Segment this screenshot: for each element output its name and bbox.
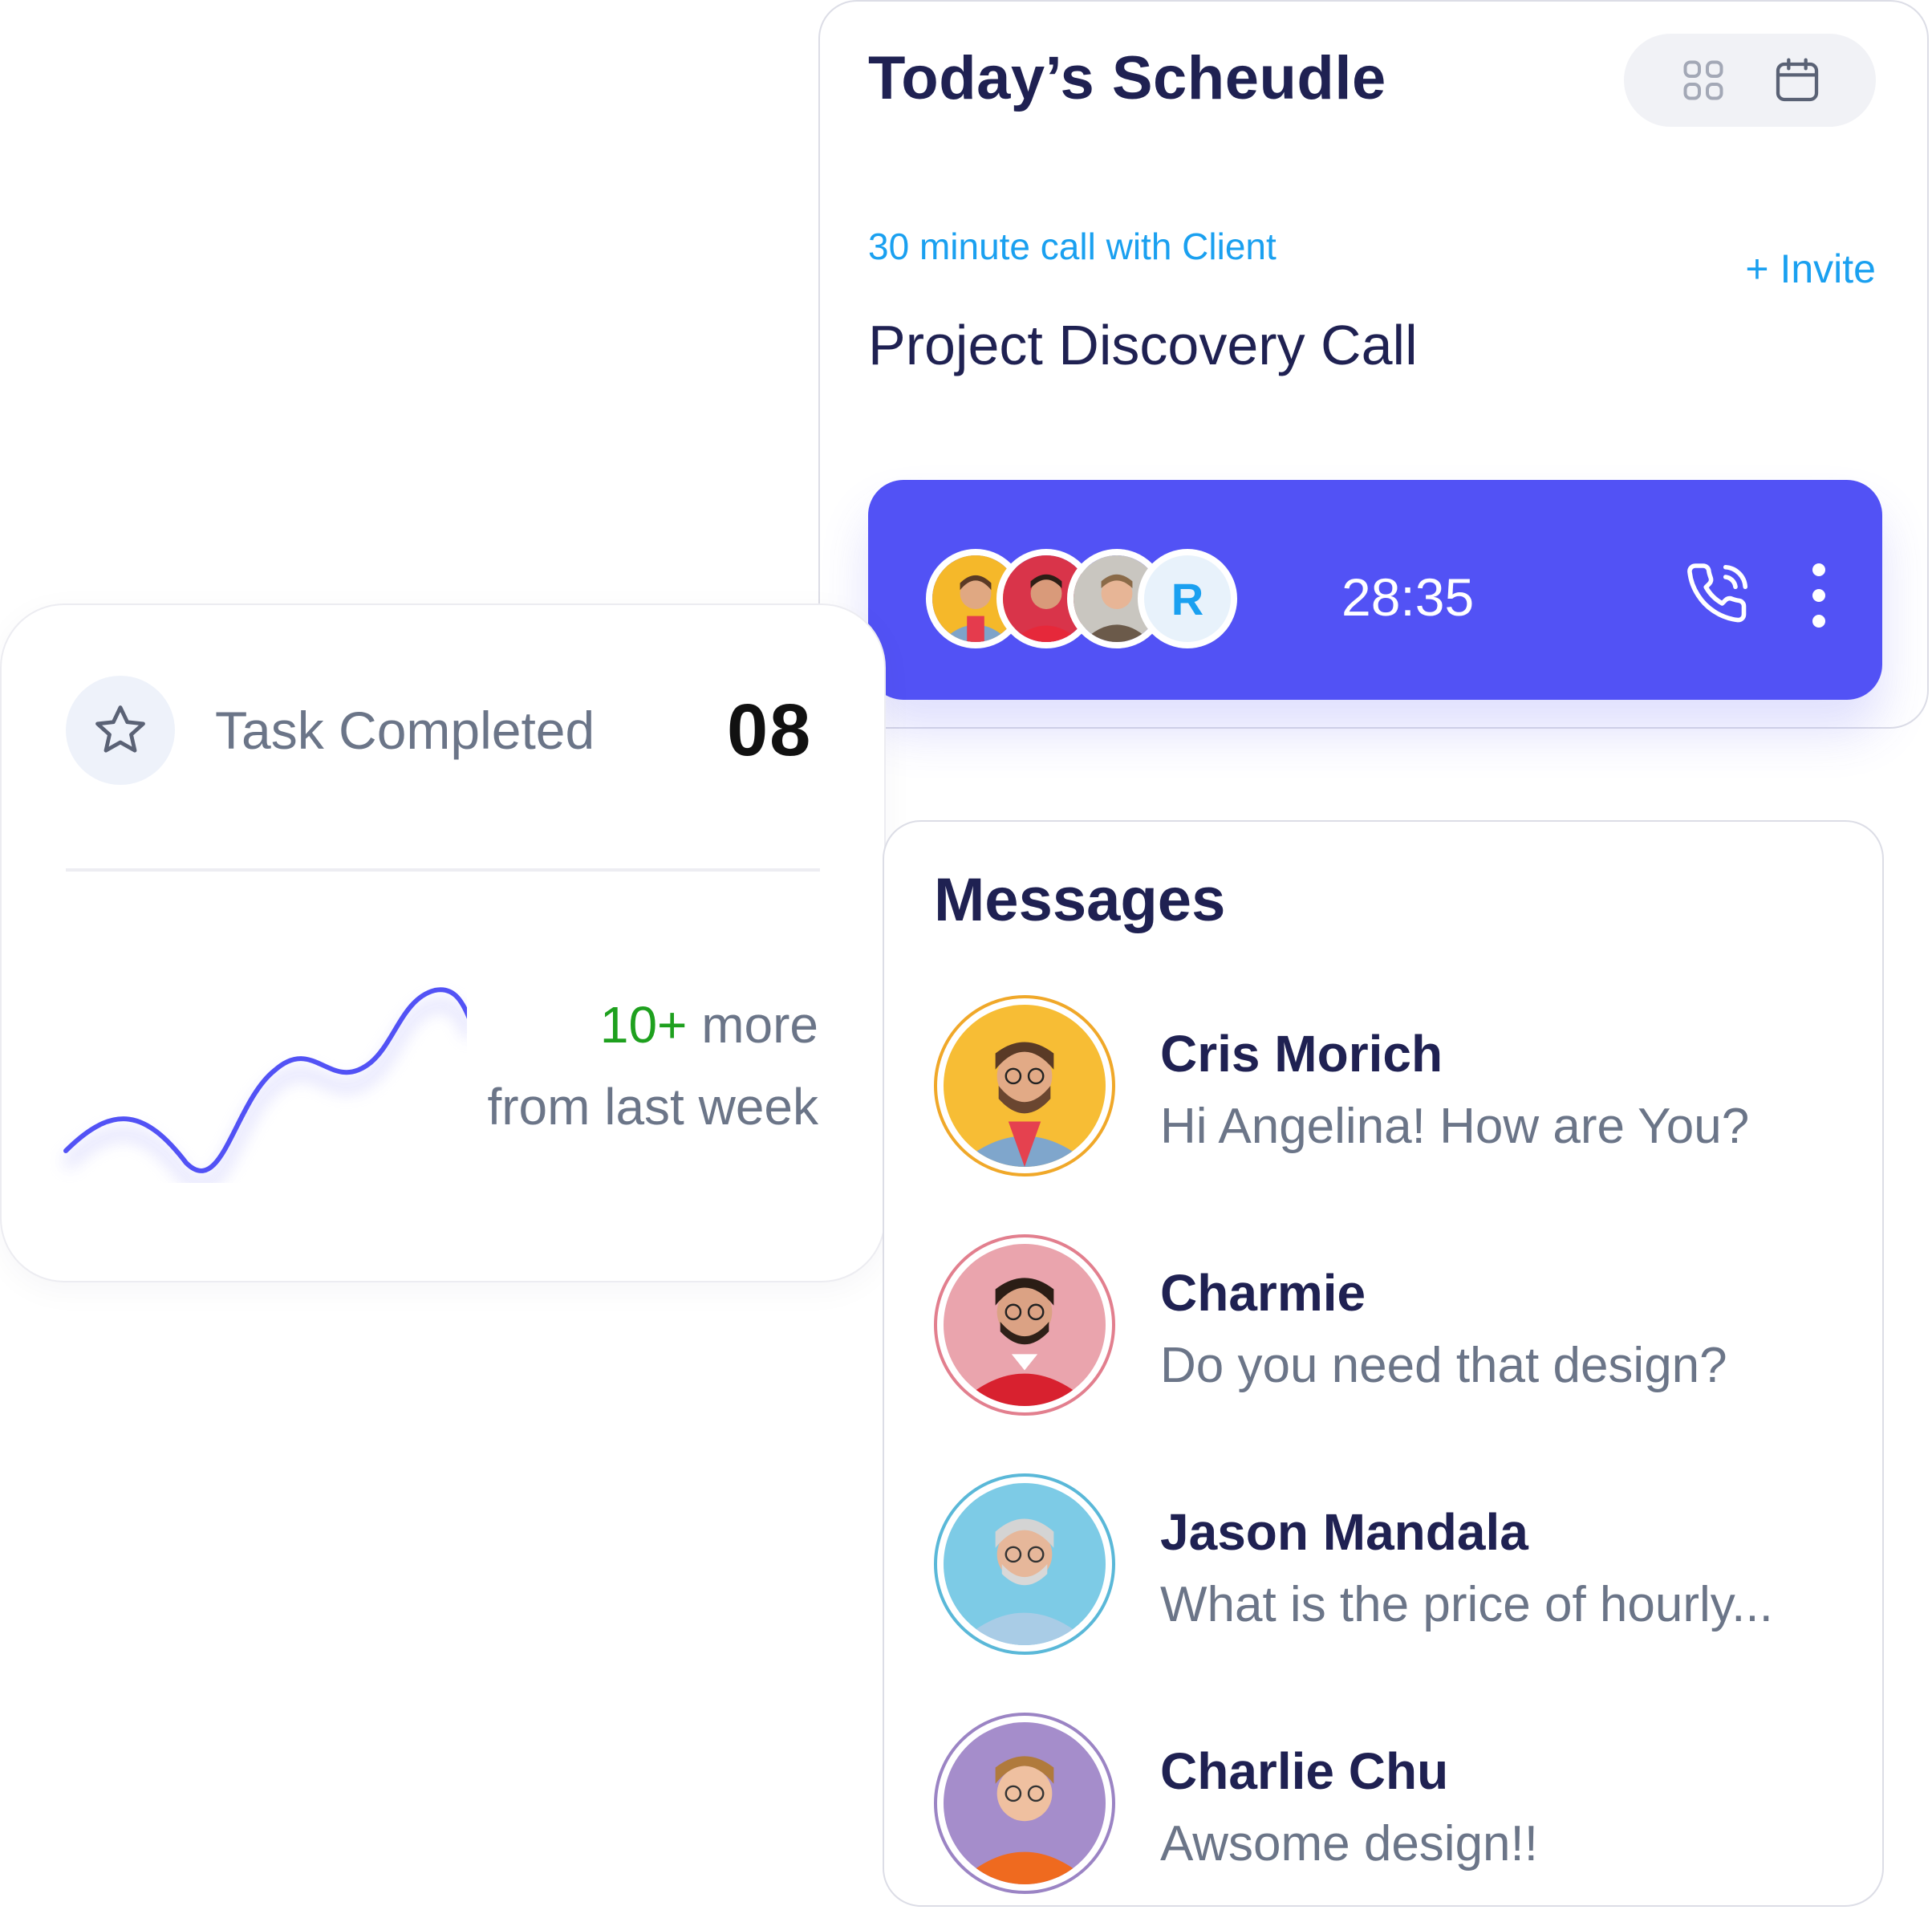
trend-sparkline <box>62 987 467 1183</box>
phone-call-icon <box>1687 563 1748 623</box>
star-icon <box>95 705 145 753</box>
trend-more-text: more <box>687 996 818 1054</box>
call-title: Project Discovery Call <box>868 314 1418 376</box>
message-preview: Awsome design!! <box>1160 1816 1538 1871</box>
schedule-card: Today’s Scheudle 30 minute call with Cli… <box>818 0 1929 729</box>
message-sender: Charlie Chu <box>1160 1742 1449 1800</box>
task-completed-count: 08 <box>727 689 813 771</box>
divider <box>66 868 820 872</box>
view-toggle <box>1624 34 1876 127</box>
message-preview: Do you need that design? <box>1160 1338 1727 1393</box>
invite-button[interactable]: + Invite <box>1745 246 1876 292</box>
message-item[interactable]: Charlie Chu Awsome design!! <box>934 1713 1865 1894</box>
message-sender: Jason Mandala <box>1160 1503 1528 1561</box>
message-item[interactable]: Charmie Do you need that design? <box>934 1234 1865 1416</box>
call-subtitle: 30 minute call with Client <box>868 226 1276 267</box>
message-item[interactable]: Jason Mandala What is the price of hourl… <box>934 1473 1865 1655</box>
star-badge <box>66 676 175 785</box>
trend-subtext: from last week <box>487 1078 818 1136</box>
message-item[interactable]: Cris Morich Hi Angelina! How are You? <box>934 995 1865 1176</box>
grid-icon <box>1683 60 1723 100</box>
task-completed-card: Task Completed 08 10+ more from last wee… <box>0 603 886 1282</box>
message-preview: Hi Angelina! How are You? <box>1160 1099 1750 1154</box>
message-sender: Cris Morich <box>1160 1025 1443 1083</box>
avatar <box>934 1713 1115 1894</box>
call-timer: 28:35 <box>1341 567 1475 627</box>
grid-view-button[interactable] <box>1678 55 1729 106</box>
avatar <box>934 1234 1115 1416</box>
more-vertical-icon <box>1812 563 1825 576</box>
more-options-button[interactable] <box>1807 563 1831 628</box>
task-completed-label: Task Completed <box>215 701 595 760</box>
avatar <box>934 995 1115 1176</box>
trend-summary: 10+ more <box>600 995 818 1055</box>
participant-avatars: R <box>926 549 1247 648</box>
message-sender: Charmie <box>1160 1264 1366 1322</box>
active-call-bar: R 28:35 <box>868 480 1882 700</box>
call-button[interactable] <box>1685 560 1752 628</box>
calendar-icon <box>1776 58 1818 102</box>
schedule-title: Today’s Scheudle <box>868 44 1386 112</box>
message-preview: What is the price of hourly... <box>1160 1577 1773 1632</box>
messages-card: Messages Cris Morich Hi Angelina! How ar… <box>883 820 1884 1907</box>
dashboard-stage: Today’s Scheudle 30 minute call with Cli… <box>0 0 1932 1910</box>
calendar-view-button[interactable] <box>1772 55 1823 106</box>
messages-title: Messages <box>934 866 1226 934</box>
trend-highlight: 10+ <box>599 996 688 1054</box>
avatar <box>934 1473 1115 1655</box>
participant-avatar-initial[interactable]: R <box>1138 549 1237 648</box>
